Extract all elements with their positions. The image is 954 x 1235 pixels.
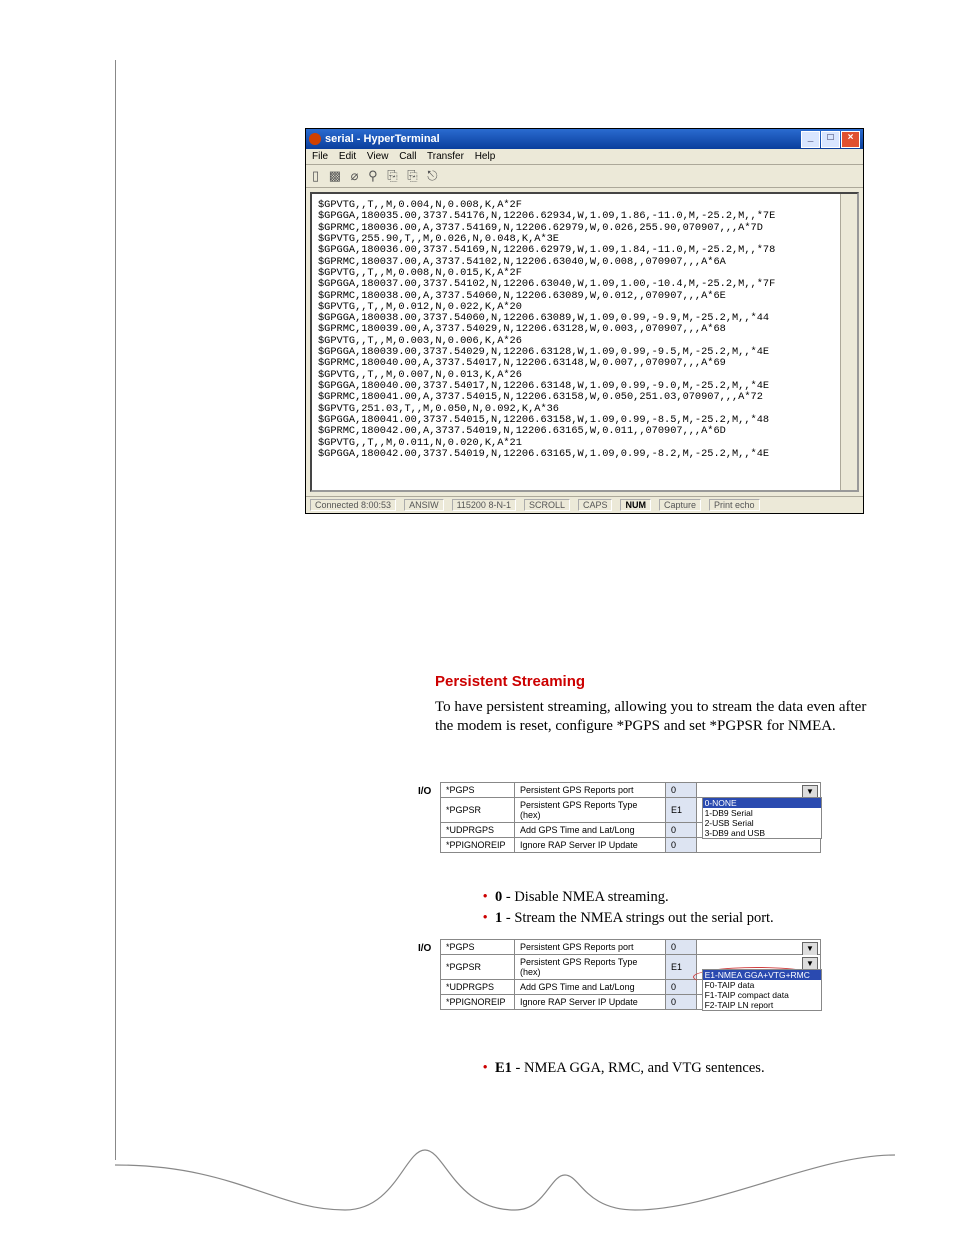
config-table-2: *PGPSPersistent GPS Reports port0▼ *PGPS… [440,939,821,1010]
io-label-1: I/O [418,786,431,797]
menu-view[interactable]: View [367,151,389,162]
cfg-val: 0 [666,783,697,798]
menu-transfer[interactable]: Transfer [427,151,464,162]
status-connected: Connected 8:00:53 [310,499,396,511]
cfg-desc: Persistent GPS Reports port [515,783,666,798]
menu-edit[interactable]: Edit [339,151,356,162]
terminal-output[interactable]: $GPVTG,,T,,M,0.004,N,0.008,K,A*2F $GPGGA… [310,192,859,492]
status-caps: CAPS [578,499,613,511]
dropdown-option[interactable]: F2-TAIP LN report [703,1000,821,1010]
body-paragraph: To have persistent streaming, allowing y… [435,698,870,736]
window-title: serial - HyperTerminal [325,133,440,145]
app-icon [309,133,321,145]
maximize-button[interactable]: □ [821,131,840,148]
status-bar: Connected 8:00:53 ANSIW 115200 8-N-1 SCR… [306,496,863,513]
cfg-key: *PGPS [441,783,515,798]
status-printecho: Print echo [709,499,760,511]
menu-file[interactable]: File [312,151,328,162]
table-row: *PGPSRPersistent GPS Reports Type (hex)E… [441,955,821,980]
bullet-list-2: E1 - NMEA GGA, RMC, and VTG sentences. [455,1058,765,1080]
section-heading: Persistent Streaming [435,673,585,690]
hyperterminal-window: serial - HyperTerminal _ □ × File Edit V… [305,128,864,514]
status-num: NUM [620,499,651,511]
menu-bar[interactable]: File Edit View Call Transfer Help [306,149,863,165]
left-margin-rule [115,60,116,1160]
dropdown-option[interactable]: 0-NONE [703,798,821,808]
dropdown-option[interactable]: F1-TAIP compact data [703,990,821,1000]
list-item: 1 - Stream the NMEA strings out the seri… [495,908,774,930]
toolbar[interactable]: ▯ ▩ ⌀ ⚲ ⎘ ⎘ ⎋ [306,165,863,188]
dropdown-option[interactable]: 1-DB9 Serial [703,808,821,818]
table-row: *PPIGNOREIPIgnore RAP Server IP Update0 [441,838,821,853]
menu-call[interactable]: Call [399,151,416,162]
status-detect: ANSIW [404,499,444,511]
dropdown-option[interactable]: 3-DB9 and USB [703,828,821,838]
window-titlebar[interactable]: serial - HyperTerminal _ □ × [306,129,863,149]
dropdown-option[interactable]: E1-NMEA GGA+VTG+RMC [703,970,821,980]
dropdown-option[interactable]: 2-USB Serial [703,818,821,828]
list-item: E1 - NMEA GGA, RMC, and VTG sentences. [495,1058,765,1080]
minimize-button[interactable]: _ [801,131,820,148]
close-button[interactable]: × [841,131,860,148]
status-baud: 115200 8-N-1 [452,499,516,511]
status-scroll: SCROLL [524,499,570,511]
status-capture: Capture [659,499,701,511]
config-table-1: *PGPSPersistent GPS Reports port0 ▼ 0-NO… [440,782,821,853]
dropdown-option[interactable]: F0-TAIP data [703,980,821,990]
menu-help[interactable]: Help [475,151,496,162]
table-row: *PGPSPersistent GPS Reports port0 ▼ 0-NO… [441,783,821,798]
list-item: 0 - Disable NMEA streaming. [495,887,774,909]
cfg-ctrl[interactable]: ▼ 0-NONE 1-DB9 Serial 2-USB Serial 3-DB9… [697,783,821,798]
table-row: *PGPSPersistent GPS Reports port0▼ [441,940,821,955]
dropdown-list[interactable]: 0-NONE 1-DB9 Serial 2-USB Serial 3-DB9 a… [702,797,822,839]
dropdown-list-2[interactable]: E1-NMEA GGA+VTG+RMC F0-TAIP data F1-TAIP… [702,969,822,1011]
io-label-2: I/O [418,943,431,954]
footer-wave-decoration [115,1145,895,1225]
scrollbar[interactable] [840,194,857,490]
bullet-list-1: 0 - Disable NMEA streaming. 1 - Stream t… [455,887,774,931]
